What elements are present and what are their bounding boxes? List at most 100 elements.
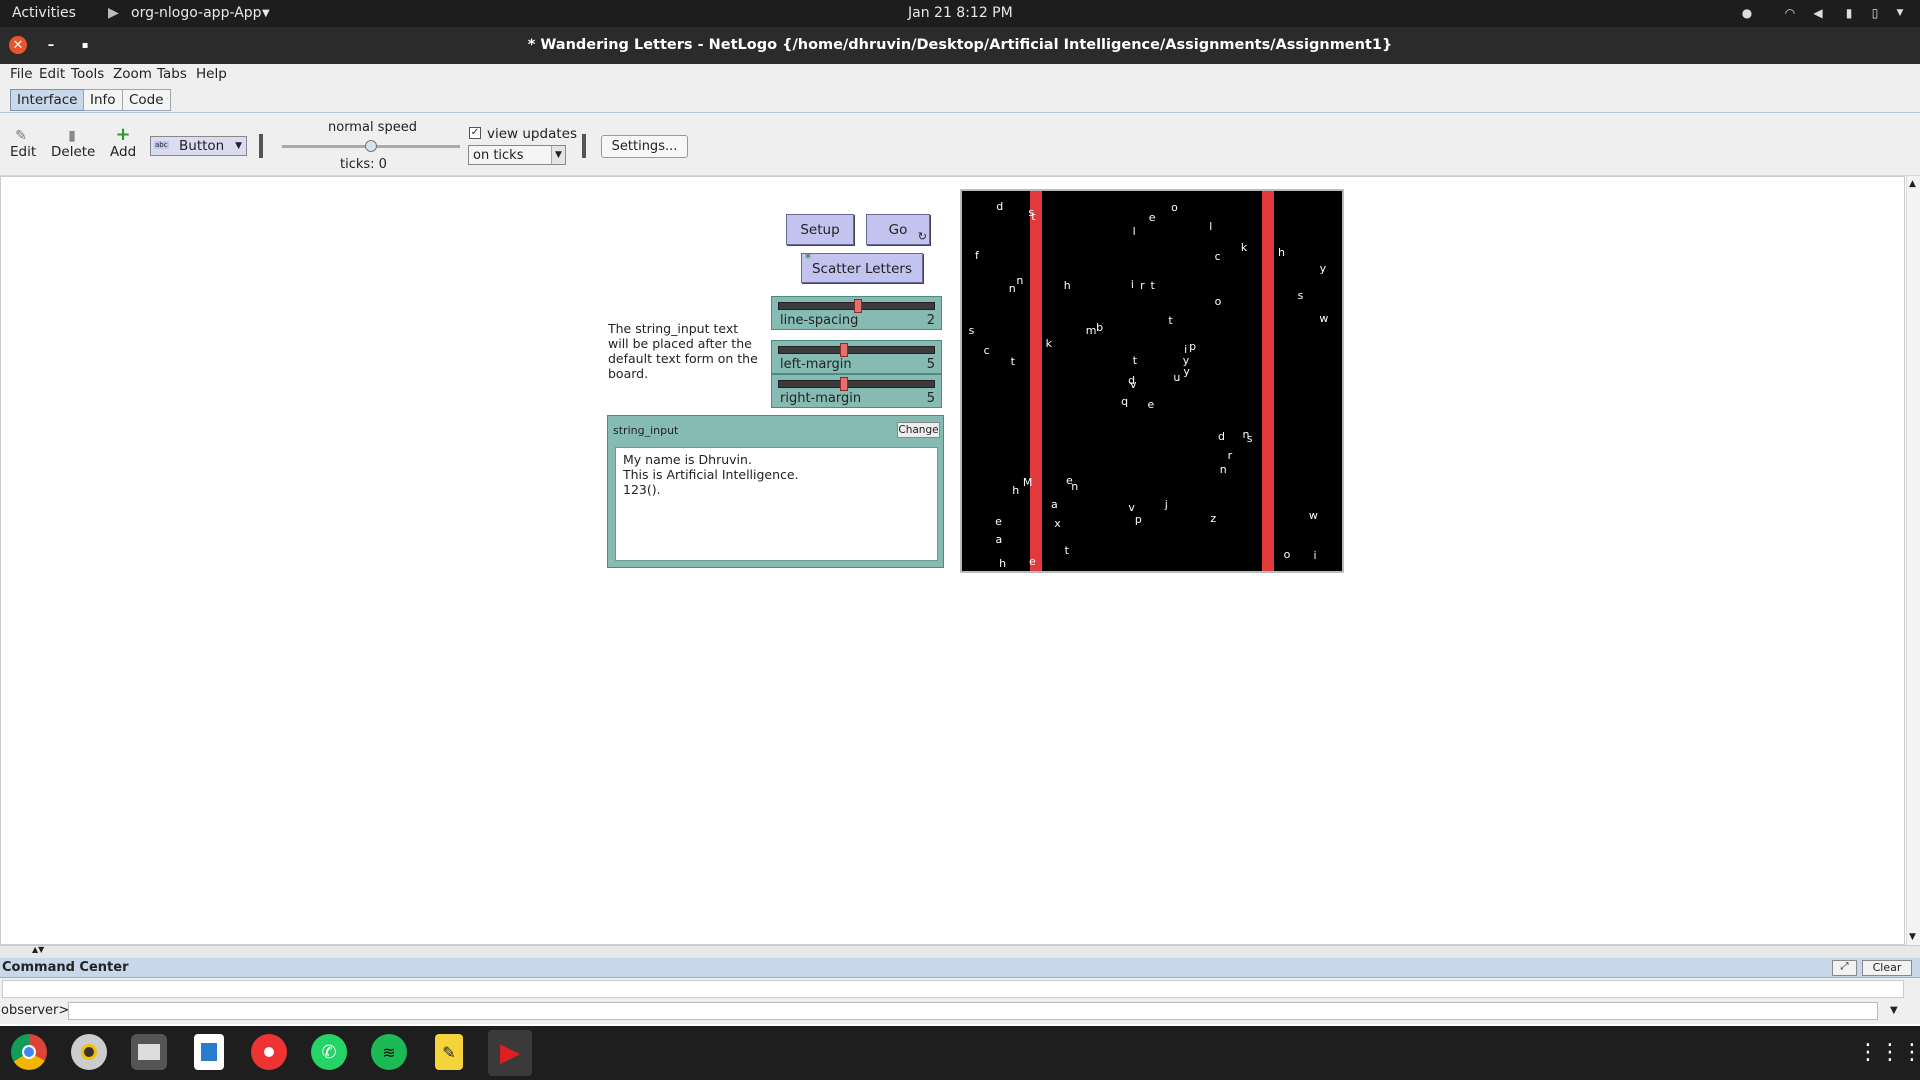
settings-button[interactable]: Settings... [601, 135, 688, 158]
letter-turtle: i [1313, 548, 1317, 562]
slider-label: left-margin [780, 357, 852, 372]
tab-interface[interactable]: Interface [10, 89, 85, 111]
string-input-textarea[interactable]: My name is Dhruvin. This is Artificial I… [615, 447, 938, 561]
letter-turtle: p [1134, 513, 1142, 526]
letter-turtle: l [1132, 225, 1136, 239]
volume-icon[interactable]: ◀ [1811, 6, 1825, 20]
widget-type-value: Button [179, 138, 225, 154]
left-margin-bar [1030, 191, 1042, 571]
splitter-arrows-icon[interactable]: ▲▼ [32, 945, 44, 954]
speed-slider-thumb[interactable] [365, 140, 377, 152]
letter-turtle: z [1210, 512, 1217, 525]
left-margin-slider[interactable]: left-margin 5 [771, 340, 942, 374]
pencil-icon: ✎ [15, 128, 27, 144]
observer-prompt[interactable]: observer> [1, 1003, 69, 1018]
panel-splitter[interactable]: ▲▼ [0, 945, 1920, 958]
slider-thumb[interactable] [840, 377, 848, 391]
letter-turtle: M [1022, 476, 1033, 490]
app-grid-icon[interactable]: ⋮⋮⋮ [1857, 1034, 1920, 1070]
slider-thumb[interactable] [840, 343, 848, 357]
discord-tray-icon[interactable]: ● [1740, 6, 1754, 20]
letter-turtle: w [1308, 508, 1318, 522]
letter-turtle: d [1217, 430, 1225, 444]
menu-tools[interactable]: Tools [71, 66, 104, 82]
input-line: This is Artificial Intelligence. [623, 467, 799, 482]
widget-type-select[interactable]: abc Button ▼ [150, 136, 247, 156]
add-button[interactable]: + Add [110, 126, 136, 161]
letter-turtle: k [1240, 240, 1248, 254]
app-menu[interactable]: org-nlogo-app-App [131, 5, 262, 21]
letter-turtle: h [1012, 483, 1020, 497]
toolbar-separator [582, 134, 586, 158]
slider-track [778, 380, 935, 388]
activities-button[interactable]: Activities [12, 5, 76, 21]
help-icon[interactable] [251, 1034, 287, 1070]
whatsapp-icon[interactable]: ✆ [311, 1034, 347, 1070]
vertical-scrollbar[interactable]: ▲ ▼ [1906, 176, 1920, 945]
chrome-icon[interactable] [11, 1034, 47, 1070]
update-mode-select[interactable]: on ticks ▼ [468, 145, 566, 165]
system-top-bar: Activities ▶ org-nlogo-app-App ▼ Jan 21 … [0, 0, 1920, 27]
menu-edit[interactable]: Edit [39, 66, 65, 82]
world-view[interactable]: enveinltcutityqoeitMbaxrpsnlcdwdvthkeown… [960, 189, 1344, 573]
letter-turtle: m [1085, 323, 1097, 337]
update-mode-arrow-icon: ▼ [551, 146, 565, 164]
microphone-icon[interactable]: ▮ [1842, 6, 1856, 20]
go-button[interactable]: Go ↻ [866, 214, 930, 245]
line-spacing-slider[interactable]: line-spacing 2 [771, 296, 942, 330]
letter-turtle: o [1283, 548, 1291, 562]
history-dropdown-icon[interactable]: ▼ [1890, 1005, 1898, 1016]
spotify-icon[interactable]: ≋ [371, 1034, 407, 1070]
letter-turtle: c [1214, 250, 1221, 264]
letter-turtle: e [1148, 211, 1156, 225]
letter-turtle: n [1242, 427, 1250, 441]
delete-label: Delete [51, 144, 96, 160]
scroll-up-icon[interactable]: ▲ [1909, 179, 1916, 189]
go-label: Go [888, 222, 908, 238]
menu-help[interactable]: Help [196, 66, 227, 82]
clear-button[interactable]: Clear [1862, 960, 1912, 976]
letter-turtle: n [1219, 463, 1227, 477]
letter-turtle: k [1045, 336, 1052, 350]
netlogo-icon[interactable]: ▶ [488, 1030, 532, 1076]
system-menu-chevron-icon[interactable]: ▼ [1893, 6, 1907, 20]
letter-turtle: y [1183, 364, 1190, 378]
scatter-letters-button[interactable]: * Scatter Letters [801, 251, 923, 283]
letter-turtle: q [1121, 394, 1129, 408]
battery-icon[interactable]: ▯ [1868, 6, 1882, 20]
delete-button[interactable]: ▮ Delete [51, 128, 96, 160]
right-margin-slider[interactable]: right-margin 5 [771, 374, 942, 408]
expand-icon[interactable]: ⤢ [1832, 960, 1857, 976]
letter-turtle: x [1054, 517, 1061, 531]
letter-turtle: f [975, 248, 979, 262]
view-updates-checkbox[interactable]: ✓ [469, 127, 481, 139]
setup-button[interactable]: Setup [786, 214, 854, 245]
letter-turtle: n [1016, 274, 1024, 288]
slider-thumb[interactable] [854, 299, 862, 313]
toolbar-separator [259, 134, 263, 158]
command-input[interactable] [68, 1002, 1878, 1020]
clock[interactable]: Jan 21 8:12 PM [908, 5, 1013, 21]
letter-turtle: e [1029, 554, 1036, 568]
notes-icon[interactable]: ✎ [435, 1034, 463, 1070]
input-label: string_input [613, 424, 679, 437]
scroll-down-icon[interactable]: ▼ [1909, 932, 1916, 942]
wifi-icon[interactable]: ◠ [1783, 6, 1797, 20]
letter-turtle: s [968, 324, 975, 338]
menu-tabs[interactable]: Tabs [157, 66, 187, 82]
interface-canvas[interactable] [0, 176, 1905, 945]
edit-button[interactable]: ✎ Edit [10, 128, 36, 160]
rhythmbox-icon[interactable] [71, 1034, 107, 1070]
files-icon[interactable] [131, 1034, 167, 1070]
tab-info[interactable]: Info [83, 89, 123, 111]
view-updates-label: view updates [487, 126, 577, 142]
slider-label: line-spacing [780, 313, 859, 328]
letter-turtle: b [1096, 320, 1104, 334]
writer-icon[interactable] [194, 1034, 224, 1070]
tab-code[interactable]: Code [122, 89, 171, 111]
letter-turtle: t [1168, 313, 1173, 327]
change-button[interactable]: Change [897, 422, 940, 438]
menu-file[interactable]: File [10, 66, 33, 82]
letter-turtle: i [1130, 277, 1134, 291]
menu-zoom[interactable]: Zoom [113, 66, 152, 82]
